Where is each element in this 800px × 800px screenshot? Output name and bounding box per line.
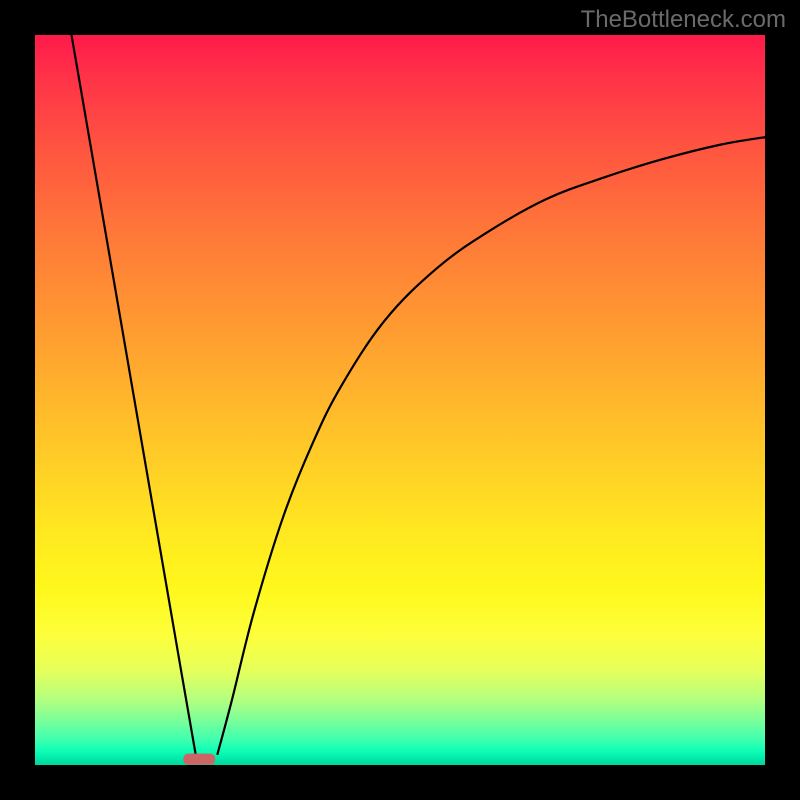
minimum-marker — [183, 754, 215, 765]
chart-container: TheBottleneck.com — [0, 0, 800, 800]
attribution-text: TheBottleneck.com — [581, 6, 786, 34]
chart-svg — [35, 35, 765, 765]
curve-left-branch — [72, 35, 196, 754]
curve-right-branch — [218, 137, 766, 754]
plot-area — [35, 35, 765, 765]
